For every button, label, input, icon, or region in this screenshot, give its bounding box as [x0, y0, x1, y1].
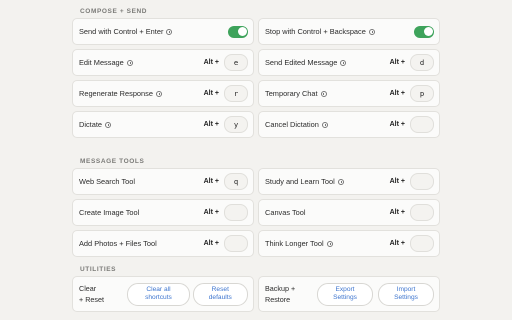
shortcut-label: Cancel Dictation: [265, 120, 390, 129]
send-with-control-enter-toggle[interactable]: [228, 25, 248, 38]
shortcut-label: Study and Learn Tool: [265, 177, 390, 186]
shortcut-key-input[interactable]: [410, 116, 434, 133]
modifier-label: Alt +: [389, 59, 405, 66]
shortcut-row-temporary-chat: Temporary Chat Alt + p: [258, 80, 440, 107]
shortcut-key-input[interactable]: [410, 173, 434, 190]
backup-restore-label-line: Restore: [265, 295, 291, 304]
info-icon[interactable]: [155, 90, 162, 97]
info-icon[interactable]: [337, 178, 344, 185]
send-with-control-enter-row: Send with Control + Enter: [72, 18, 254, 45]
info-icon[interactable]: [368, 28, 375, 35]
shortcut-row-dictate: Dictate Alt + y: [72, 111, 254, 138]
info-icon[interactable]: [321, 121, 328, 128]
clear-reset-label: Clear + Reset: [79, 283, 125, 305]
modifier-label: Alt +: [389, 90, 405, 97]
shortcut-row-edit-message: Edit Message Alt + e: [72, 49, 254, 76]
modifier-label: Alt +: [203, 178, 219, 185]
shortcut-label: Edit Message: [79, 58, 204, 67]
modifier-label: Alt +: [203, 121, 219, 128]
stop-with-control-backspace-label: Stop with Control + Backspace: [265, 27, 414, 36]
modifier-label: Alt +: [203, 90, 219, 97]
backup-restore-label-line: Backup +: [265, 284, 296, 293]
info-icon[interactable]: [126, 59, 133, 66]
info-icon[interactable]: [320, 90, 327, 97]
info-icon[interactable]: [326, 240, 333, 247]
backup-restore-label: Backup + Restore: [265, 283, 311, 305]
modifier-label: Alt +: [389, 178, 405, 185]
modifier-label: Alt +: [389, 209, 405, 216]
clear-reset-label-line: Clear: [79, 284, 97, 293]
shortcut-label: Regenerate Response: [79, 89, 204, 98]
shortcut-label: Temporary Chat: [265, 89, 390, 98]
shortcut-row-create-image-tool: Create Image Tool Alt +: [72, 199, 254, 226]
info-icon[interactable]: [105, 121, 112, 128]
shortcut-row-add-photos-files-tool: Add Photos + Files Tool Alt +: [72, 230, 254, 257]
shortcut-label: Dictate: [79, 120, 204, 129]
clear-reset-label-line: + Reset: [79, 295, 104, 304]
shortcut-key-input[interactable]: p: [410, 85, 434, 102]
modifier-label: Alt +: [389, 240, 405, 247]
shortcut-key-input[interactable]: [410, 235, 434, 252]
info-icon[interactable]: [340, 59, 347, 66]
modifier-label: Alt +: [203, 209, 219, 216]
shortcut-row-study-and-learn-tool: Study and Learn Tool Alt +: [258, 168, 440, 195]
shortcut-row-web-search-tool: Web Search Tool Alt + q: [72, 168, 254, 195]
shortcut-row-regenerate-response: Regenerate Response Alt + r: [72, 80, 254, 107]
shortcut-label: Send Edited Message: [265, 58, 390, 67]
shortcut-key-input[interactable]: d: [410, 54, 434, 71]
section-title-compose: COMPOSE + SEND: [80, 8, 148, 15]
shortcut-key-input[interactable]: [224, 204, 248, 221]
modifier-label: Alt +: [389, 121, 405, 128]
section-title-utilities: UTILITIES: [80, 266, 117, 273]
reset-defaults-button[interactable]: Reset defaults: [192, 282, 248, 306]
info-icon[interactable]: [166, 28, 173, 35]
shortcut-row-think-longer-tool: Think Longer Tool Alt +: [258, 230, 440, 257]
clear-all-shortcuts-button[interactable]: Clear all shortcuts: [127, 282, 190, 306]
send-with-control-enter-label: Send with Control + Enter: [79, 27, 228, 36]
shortcut-label: Create Image Tool: [79, 208, 140, 217]
shortcut-key-input[interactable]: [410, 204, 434, 221]
shortcut-key-input[interactable]: r: [224, 85, 248, 102]
stop-with-control-backspace-toggle[interactable]: [414, 25, 434, 38]
backup-restore-card: Backup + Restore Export Settings Import Se…: [258, 276, 440, 312]
shortcut-row-send-edited-message: Send Edited Message Alt + d: [258, 49, 440, 76]
import-settings-button[interactable]: Import Settings: [378, 282, 434, 306]
shortcut-key-input[interactable]: e: [224, 54, 248, 71]
shortcut-key-input[interactable]: [224, 235, 248, 252]
shortcut-row-cancel-dictation: Cancel Dictation Alt +: [258, 111, 440, 138]
clear-reset-card: Clear + Reset Clear all shortcuts Reset de…: [72, 276, 254, 312]
shortcut-label: Web Search Tool: [79, 177, 136, 186]
export-settings-button[interactable]: Export Settings: [317, 282, 373, 306]
shortcut-label: Add Photos + Files Tool: [79, 239, 157, 248]
shortcut-key-input[interactable]: q: [224, 173, 248, 190]
modifier-label: Alt +: [203, 59, 219, 66]
shortcut-label: Think Longer Tool: [265, 239, 390, 248]
modifier-label: Alt +: [203, 240, 219, 247]
shortcut-key-input[interactable]: y: [224, 116, 248, 133]
section-title-tools: MESSAGE TOOLS: [80, 158, 145, 165]
shortcut-row-canvas-tool: Canvas Tool Alt +: [258, 199, 440, 226]
shortcut-label: Canvas Tool: [265, 208, 306, 217]
stop-with-control-backspace-row: Stop with Control + Backspace: [258, 18, 440, 45]
